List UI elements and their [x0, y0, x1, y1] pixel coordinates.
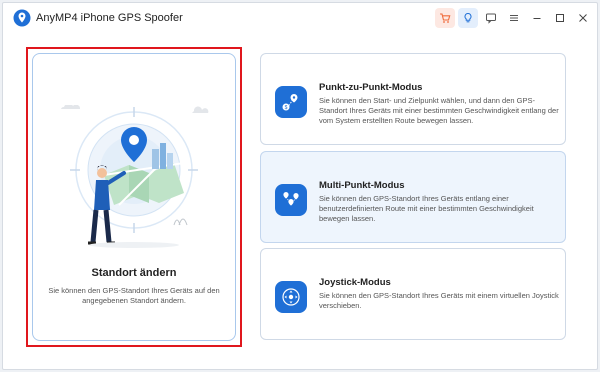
menu-icon[interactable] [504, 8, 524, 28]
change-location-title: Standort ändern [91, 267, 177, 279]
joystick-mode-title: Joystick-Modus [319, 277, 391, 288]
point-to-point-mode-title: Punkt-zu-Punkt-Modus [319, 82, 423, 93]
title-bar-controls [432, 8, 593, 28]
app-logo-icon [13, 9, 31, 27]
joystick-icon [275, 281, 307, 313]
title-bar: AnyMP4 iPhone GPS Spoofer [3, 3, 597, 33]
app-title: AnyMP4 iPhone GPS Spoofer [36, 12, 183, 24]
multi-point-mode-description: Sie können den GPS-Standort Ihres Geräts… [319, 194, 534, 223]
point-to-point-mode-card[interactable]: $ Punkt-zu-Punkt-Modus Sie können den St… [260, 53, 566, 145]
lightbulb-icon[interactable] [458, 8, 478, 28]
maximize-icon[interactable] [550, 8, 570, 28]
multi-point-mode-title: Multi-Punkt-Modus [319, 180, 405, 191]
location-illustration-icon [61, 105, 209, 248]
joystick-mode-card[interactable]: Joystick-Modus Sie können den GPS-Stando… [260, 248, 566, 340]
close-icon[interactable] [573, 8, 593, 28]
change-location-description: Sie können den GPS-Standort Ihres Geräts… [48, 286, 220, 305]
cart-icon[interactable] [435, 8, 455, 28]
joystick-mode-description: Sie können den GPS-Standort Ihres Geräts… [319, 291, 559, 310]
feedback-icon[interactable] [481, 8, 501, 28]
route-icon: $ [275, 86, 307, 118]
point-to-point-mode-description: Sie können den Start- und Zielpunkt wähl… [319, 96, 559, 125]
svg-text:$: $ [285, 105, 288, 111]
multi-point-mode-card[interactable]: Multi-Punkt-Modus Sie können den GPS-Sta… [260, 151, 566, 243]
minimize-icon[interactable] [527, 8, 547, 28]
multi-pin-icon [275, 184, 307, 216]
